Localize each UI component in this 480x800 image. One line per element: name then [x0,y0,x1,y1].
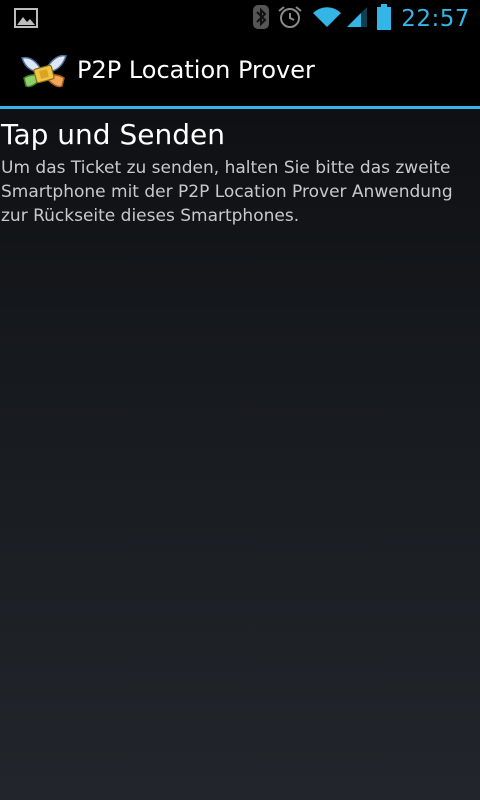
image-icon [14,8,38,28]
status-bar: 22:57 [0,0,480,38]
butterfly-ticket-icon[interactable] [18,50,70,98]
instruction-text: Um das Ticket zu senden, halten Sie bitt… [1,158,453,226]
battery-icon [377,4,392,34]
bluetooth-icon [253,5,270,33]
wifi-icon [311,5,343,33]
status-time: 22:57 [401,6,470,32]
alarm-icon [277,5,303,33]
signal-icon [345,5,369,33]
action-bar: P2P Location Prover [0,38,480,109]
app-title: P2P Location Prover [77,56,315,84]
screen: 22:57 P2P Location Prover Tap und Senden… [0,0,480,800]
status-icons: 22:57 [253,0,480,38]
main-content: Tap und Senden Um das Ticket zu senden, … [0,109,480,228]
page-heading: Tap und Senden [1,118,225,151]
